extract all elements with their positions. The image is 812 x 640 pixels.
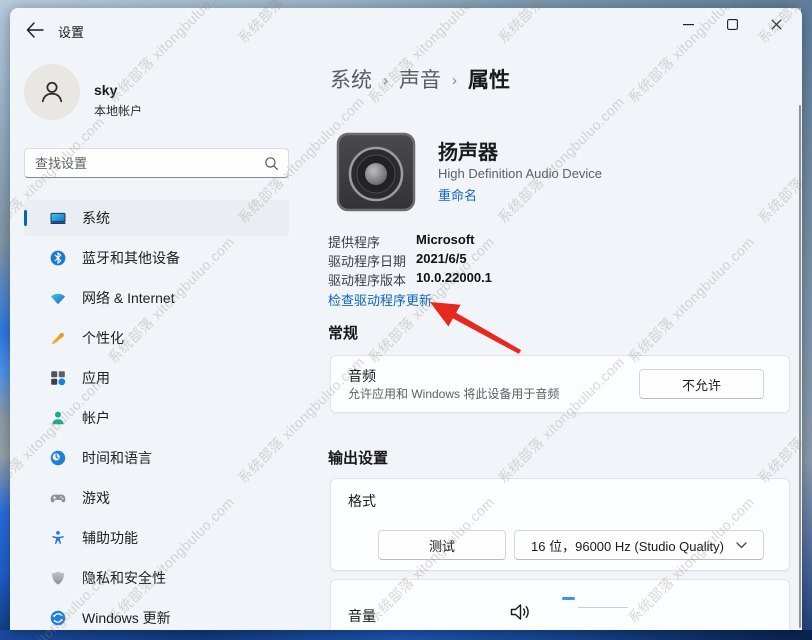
rename-link[interactable]: 重命名 (438, 185, 477, 204)
device-description: High Definition Audio Device (438, 166, 602, 181)
audio-title: 音频 (348, 366, 376, 386)
close-icon (771, 19, 782, 30)
sidebar-item-label: Windows 更新 (82, 608, 171, 628)
driver-row-value: 2021/6/5 (416, 251, 467, 270)
sidebar-item-personalization[interactable]: 个性化 (24, 320, 289, 356)
selected-indicator (24, 210, 27, 226)
update-icon (50, 610, 66, 626)
shield-icon (50, 570, 66, 586)
person-icon (37, 77, 67, 107)
audio-allow-button[interactable]: 不允许 (639, 369, 764, 399)
vertical-scrollbar[interactable] (799, 105, 801, 628)
search-input[interactable] (35, 149, 255, 177)
sidebar-item-label: 网络 & Internet (82, 288, 175, 308)
user-name: sky (94, 82, 117, 98)
accessibility-icon (50, 530, 66, 546)
driver-row-value: Microsoft (416, 232, 475, 251)
volume-card: 音量 (330, 579, 790, 630)
breadcrumb-sound[interactable]: 声音 (399, 64, 441, 94)
volume-speaker-icon (508, 600, 532, 629)
sidebar-item-windows-update[interactable]: Windows 更新 (24, 600, 289, 630)
sidebar-item-time-language[interactable]: 时间和语言 (24, 440, 289, 476)
general-section-title: 常规 (328, 322, 358, 343)
search-icon[interactable] (264, 156, 279, 176)
sidebar-item-gaming[interactable]: 游戏 (24, 480, 289, 516)
sidebar-item-label: 应用 (82, 368, 110, 388)
driver-date-row: 驱动程序日期 2021/6/5 (328, 251, 467, 270)
user-account-type: 本地帐户 (94, 102, 142, 119)
sidebar-item-label: 游戏 (82, 488, 110, 508)
sidebar-item-apps[interactable]: 应用 (24, 360, 289, 396)
test-button[interactable]: 测试 (378, 530, 506, 560)
sidebar-item-system[interactable]: 系统 (24, 200, 289, 236)
wifi-icon (50, 290, 66, 306)
sidebar-item-label: 辅助功能 (82, 528, 138, 548)
driver-version-row: 驱动程序版本 10.0.22000.1 (328, 270, 492, 289)
gamepad-icon (50, 490, 66, 506)
speaker-device-icon (336, 132, 416, 212)
back-arrow-icon (24, 20, 46, 40)
page-title: 属性 (468, 64, 510, 94)
audio-subtitle: 允许应用和 Windows 将此设备用于音频 (348, 385, 559, 402)
avatar[interactable] (24, 64, 80, 120)
driver-row-label: 驱动程序版本 (328, 270, 416, 289)
driver-row-value: 10.0.22000.1 (416, 270, 492, 289)
maximize-icon (727, 19, 738, 30)
format-dropdown-value: 16 位，96000 Hz (Studio Quality) (531, 536, 724, 555)
close-button[interactable] (754, 8, 798, 40)
clock-globe-icon (50, 450, 66, 466)
format-label: 格式 (348, 491, 376, 511)
driver-provider-row: 提供程序 Microsoft (328, 232, 475, 251)
check-driver-update-link[interactable]: 检查驱动程序更新 (328, 290, 432, 309)
search-box (24, 148, 289, 178)
format-card: 格式 测试 16 位，96000 Hz (Studio Quality) (330, 478, 790, 571)
sidebar-item-accessibility[interactable]: 辅助功能 (24, 520, 289, 556)
bluetooth-icon (50, 250, 66, 266)
breadcrumb: 系统 › 声音 › 属性 (330, 64, 510, 94)
desktop-wallpaper-right (801, 0, 812, 640)
format-dropdown[interactable]: 16 位，96000 Hz (Studio Quality) (514, 530, 764, 560)
brush-icon (50, 330, 66, 346)
sidebar-item-label: 系统 (82, 208, 110, 228)
output-section-title: 输出设置 (328, 447, 388, 468)
desktop-wallpaper-top (0, 0, 812, 8)
back-button[interactable] (24, 20, 46, 40)
chevron-right-icon: › (452, 72, 457, 89)
sidebar-item-label: 帐户 (82, 408, 110, 428)
account-icon (50, 410, 66, 426)
desktop-wallpaper-bottom (0, 630, 812, 640)
minimize-icon (683, 19, 694, 30)
sidebar-item-label: 隐私和安全性 (82, 568, 166, 588)
maximize-button[interactable] (710, 8, 754, 40)
apps-icon (50, 370, 66, 386)
sidebar-item-accounts[interactable]: 帐户 (24, 400, 289, 436)
volume-slider-thumb-partial (562, 597, 575, 600)
audio-card: 音频 允许应用和 Windows 将此设备用于音频 不允许 (330, 355, 790, 413)
driver-row-label: 驱动程序日期 (328, 251, 416, 270)
volume-label: 音量 (348, 606, 376, 626)
chevron-down-icon (736, 542, 747, 549)
chevron-right-icon: › (383, 72, 388, 89)
sidebar-item-network[interactable]: 网络 & Internet (24, 280, 289, 316)
volume-slider-track[interactable] (578, 607, 628, 608)
sidebar-item-bluetooth-devices[interactable]: 蓝牙和其他设备 (24, 240, 289, 276)
app-title: 设置 (58, 22, 84, 41)
minimize-button[interactable] (666, 8, 710, 40)
sidebar-item-label: 时间和语言 (82, 448, 152, 468)
sidebar-item-label: 蓝牙和其他设备 (82, 248, 180, 268)
window-controls (666, 8, 798, 40)
breadcrumb-system[interactable]: 系统 (330, 64, 372, 94)
sidebar-item-label: 个性化 (82, 328, 124, 348)
system-icon (50, 210, 66, 226)
device-name: 扬声器 (438, 136, 498, 165)
settings-window: 设置 sky 本地帐户 系统 (10, 8, 802, 630)
driver-row-label: 提供程序 (328, 232, 416, 251)
sidebar-item-privacy-security[interactable]: 隐私和安全性 (24, 560, 289, 596)
